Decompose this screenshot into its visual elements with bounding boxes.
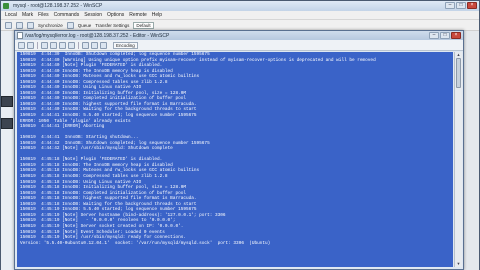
queue-icon[interactable] bbox=[66, 21, 74, 29]
reload-icon[interactable] bbox=[27, 41, 34, 49]
document-icon bbox=[17, 32, 23, 39]
editor-toolbar: Encoding bbox=[15, 40, 463, 51]
transfer-settings-select[interactable]: Default bbox=[133, 21, 154, 29]
menu-options[interactable]: Options bbox=[107, 12, 124, 18]
minimize-button[interactable]: – bbox=[445, 2, 455, 9]
editor-maximize-button[interactable]: □ bbox=[440, 32, 450, 39]
refresh-icon[interactable] bbox=[16, 21, 23, 29]
winscp-app-icon bbox=[3, 3, 9, 9]
cut-icon[interactable] bbox=[41, 41, 48, 49]
undo-icon[interactable] bbox=[68, 41, 75, 49]
taskbar-item[interactable] bbox=[1, 118, 13, 129]
menu-mark[interactable]: Mark bbox=[22, 12, 33, 18]
find-icon[interactable] bbox=[82, 41, 89, 49]
editor-close-button[interactable]: × bbox=[451, 32, 461, 39]
synchronize-button[interactable]: Synchronize bbox=[38, 23, 63, 28]
log-line: Version: '5.5.40-0ubuntu0.12.04.1' socke… bbox=[20, 240, 271, 246]
save-icon[interactable] bbox=[18, 41, 25, 49]
menu-session[interactable]: Session bbox=[84, 12, 102, 18]
winscp-title-bar: mysql - root@128.198.37.252 - WinSCP – □… bbox=[1, 1, 479, 11]
paste-icon[interactable] bbox=[59, 41, 66, 49]
copy-icon[interactable] bbox=[50, 41, 57, 49]
close-button[interactable]: × bbox=[467, 2, 477, 9]
editor-window: /var/log/mysql/error.log - root@128.198.… bbox=[14, 30, 464, 270]
replace-icon[interactable] bbox=[91, 41, 98, 49]
toolbar-separator bbox=[78, 41, 79, 49]
toolbar-separator bbox=[37, 41, 38, 49]
transfer-settings-label: Transfer Settings bbox=[95, 22, 130, 28]
scrollbar-thumb[interactable] bbox=[456, 58, 461, 88]
desktop: mysql - root@128.198.37.252 - WinSCP – □… bbox=[0, 0, 480, 270]
editor-title-text: /var/log/mysql/error.log - root@128.198.… bbox=[25, 32, 170, 39]
sync-icon[interactable] bbox=[27, 21, 34, 29]
editor-minimize-button[interactable]: – bbox=[429, 32, 439, 39]
maximize-button[interactable]: □ bbox=[456, 2, 466, 9]
encoding-button[interactable]: Encoding bbox=[113, 41, 138, 49]
local-panel bbox=[1, 31, 15, 270]
winscp-menu-bar: Local Mark Files Commands Session Option… bbox=[1, 11, 479, 20]
new-session-icon[interactable] bbox=[5, 21, 12, 29]
scroll-down-icon[interactable]: ▼ bbox=[455, 261, 462, 267]
taskbar-item[interactable] bbox=[1, 96, 13, 107]
menu-remote[interactable]: Remote bbox=[129, 12, 147, 18]
vertical-scrollbar[interactable]: ▲ ▼ bbox=[454, 52, 462, 267]
menu-files[interactable]: Files bbox=[38, 12, 49, 18]
menu-commands[interactable]: Commands bbox=[54, 12, 80, 18]
queue-button[interactable]: Queue bbox=[78, 23, 92, 28]
menu-help[interactable]: Help bbox=[152, 12, 162, 18]
goto-icon[interactable] bbox=[100, 41, 107, 49]
remote-panel-strip bbox=[463, 31, 479, 270]
editor-title-bar: /var/log/mysql/error.log - root@128.198.… bbox=[15, 31, 463, 40]
editor-text-area[interactable]: 150819 4:44:39 InnoDB: Shutdown complete… bbox=[17, 52, 453, 267]
winscp-title-text: mysql - root@128.198.37.252 - WinSCP bbox=[13, 3, 103, 9]
menu-local[interactable]: Local bbox=[5, 12, 17, 18]
